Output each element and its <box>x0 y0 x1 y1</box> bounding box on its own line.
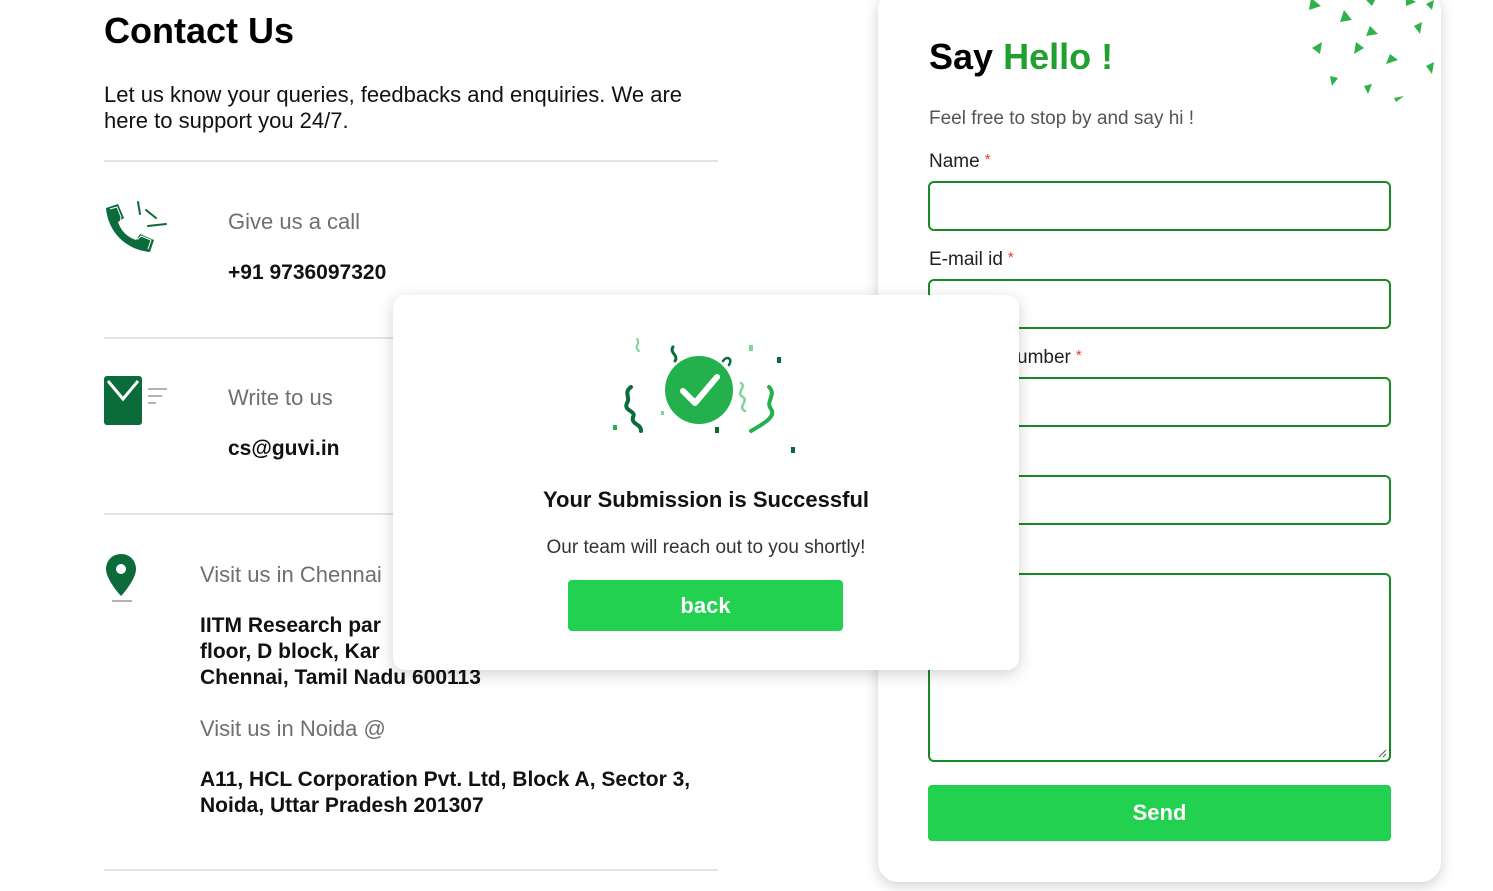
form-subtitle: Feel free to stop by and say hi ! <box>929 108 1195 129</box>
location-pin-icon <box>104 552 140 609</box>
email-label: E-mail id * <box>929 249 1014 271</box>
noida-address: A11, HCL Corporation Pvt. Ltd, Block A, … <box>200 768 691 817</box>
chennai-address-line: IITM Research par <box>200 614 381 637</box>
confetti-decoration-icon <box>1309 0 1434 102</box>
write-label: Write to us <box>228 385 333 410</box>
contact-intro: Let us know your queries, feedbacks and … <box>104 82 683 133</box>
email-label-text: E-mail id <box>929 249 1003 270</box>
chennai-label: Visit us in Chennai <box>200 562 382 587</box>
required-mark: * <box>1007 249 1014 266</box>
phone-number[interactable]: +91 9736097320 <box>228 260 386 286</box>
phone-icon <box>104 200 170 257</box>
form-title-prefix: Say <box>929 36 994 77</box>
mail-icon <box>104 375 170 432</box>
name-label: Name * <box>929 151 991 173</box>
success-modal: Your Submission is Successful Our team w… <box>393 295 1019 670</box>
name-field[interactable] <box>928 181 1391 231</box>
page-title: Contact Us <box>104 10 295 51</box>
name-label-text: Name <box>929 151 980 172</box>
required-mark: * <box>984 151 991 168</box>
form-title-accent: Hello ! <box>1003 36 1114 77</box>
divider <box>104 869 718 871</box>
chennai-address-line: floor, D block, Kar <box>200 640 380 663</box>
back-button[interactable]: back <box>568 580 843 631</box>
modal-title: Your Submission is Successful <box>542 487 869 512</box>
modal-message: Our team will reach out to you shortly! <box>546 537 866 558</box>
required-mark: * <box>1075 347 1082 364</box>
email-address[interactable]: cs@guvi.in <box>228 436 340 462</box>
noida-label: Visit us in Noida @ <box>200 716 386 741</box>
phone-label-text: umber <box>1017 347 1071 368</box>
resize-handle-icon[interactable] <box>1377 748 1387 758</box>
call-label: Give us a call <box>228 209 361 234</box>
send-button[interactable]: Send <box>928 785 1391 841</box>
success-check-icon <box>613 338 795 453</box>
divider <box>104 160 718 162</box>
form-title: Say Hello ! <box>929 36 1113 78</box>
phone-label: umber * <box>1017 347 1082 369</box>
